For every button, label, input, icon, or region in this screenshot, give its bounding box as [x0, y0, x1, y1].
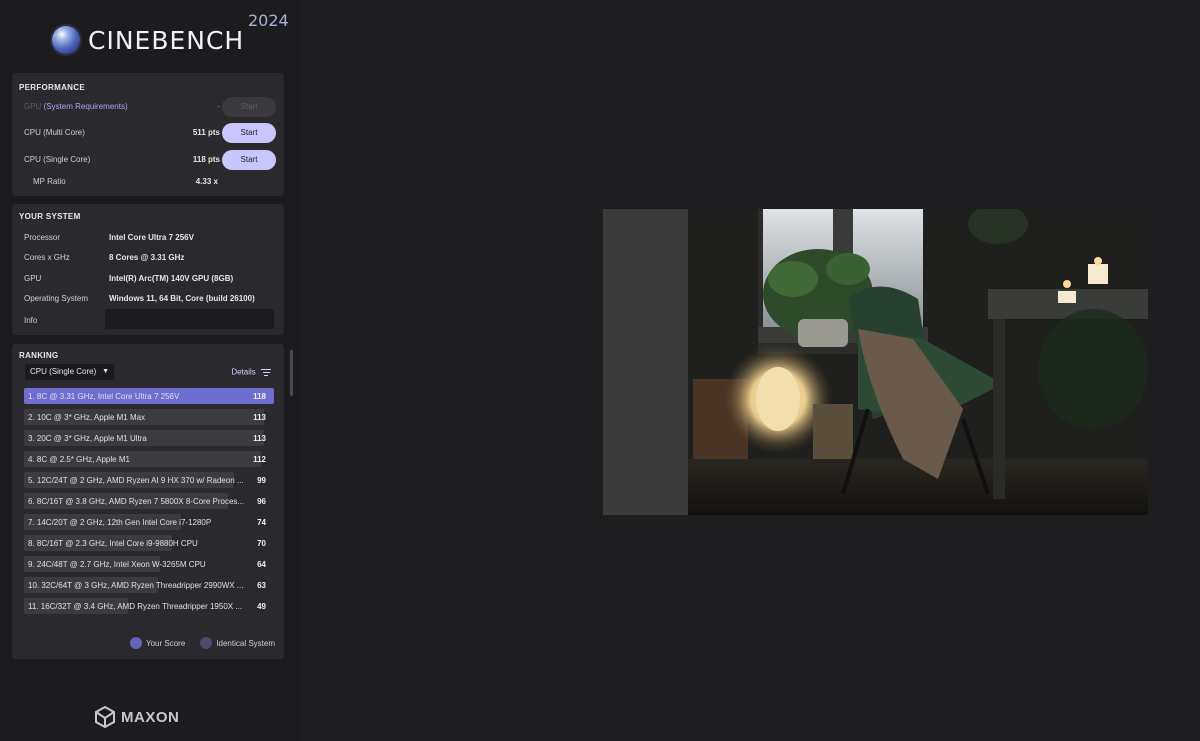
legend-your-score: Your Score [146, 638, 186, 648]
mp-ratio-label: MP Ratio [33, 177, 66, 186]
gpu-label-wrap: GPU (System Requirements) [24, 102, 128, 111]
system-title: YOUR SYSTEM [19, 212, 81, 221]
cpu-multi-label: CPU (Multi Core) [24, 128, 85, 137]
maxon-cube-icon [95, 706, 115, 728]
gpu-start-button[interactable]: Start [222, 97, 276, 117]
ranking-item-label: 9. 24C/48T @ 2.7 GHz, Intel Xeon W-3265M… [28, 560, 206, 569]
ranking-item-score: 113 [253, 434, 266, 443]
system-value: 8 Cores @ 3.31 GHz [109, 253, 185, 262]
performance-title: PERFORMANCE [19, 83, 85, 92]
sidebar: CINEBENCH 2024 PERFORMANCE GPU (System R… [0, 0, 300, 741]
ranking-item-label: 11. 16C/32T @ 3.4 GHz, AMD Ryzen Threadr… [28, 602, 243, 611]
ranking-category-select[interactable]: CPU (Single Core) ▼ [25, 364, 114, 380]
ranking-category-value: CPU (Single Core) [30, 367, 97, 376]
cpu-single-score: 118 pts [192, 155, 220, 164]
ranking-item[interactable]: 6. 8C/16T @ 3.8 GHz, AMD Ryzen 7 5800X 8… [24, 493, 274, 509]
gpu-row: GPU (System Requirements) - Start [24, 97, 276, 117]
ranking-item-label: 10. 32C/64T @ 3 GHz, AMD Ryzen Threadrip… [28, 581, 244, 590]
caret-down-icon: ▼ [102, 368, 109, 375]
cpu-multi-score: 511 pts [192, 128, 220, 137]
ranking-item-score: 70 [257, 539, 266, 548]
ranking-item-label: 6. 8C/16T @ 3.8 GHz, AMD Ryzen 7 5800X 8… [28, 497, 245, 506]
ranking-panel: RANKING CPU (Single Core) ▼ Details 1. 8… [12, 344, 284, 659]
ranking-item[interactable]: 7. 14C/20T @ 2 GHz, 12th Gen Intel Core … [24, 514, 274, 530]
ranking-item-your-score[interactable]: 1. 8C @ 3.31 GHz, Intel Core Ultra 7 256… [24, 388, 274, 404]
system-requirements-link[interactable]: (System Requirements) [44, 102, 128, 111]
ranking-item-label: 1. 8C @ 3.31 GHz, Intel Core Ultra 7 256… [28, 392, 180, 401]
ranking-item-label: 4. 8C @ 2.5* GHz, Apple M1 [28, 455, 130, 464]
ranking-item[interactable]: 9. 24C/48T @ 2.7 GHz, Intel Xeon W-3265M… [24, 556, 274, 572]
system-panel: YOUR SYSTEM Processor Intel Core Ultra 7… [12, 204, 284, 335]
ranking-item-score: 64 [257, 560, 266, 569]
filter-icon [261, 367, 271, 378]
system-key: Cores x GHz [24, 253, 70, 262]
ranking-item[interactable]: 5. 12C/24T @ 2 GHz, AMD Ryzen AI 9 HX 37… [24, 472, 274, 488]
ranking-item-label: 3. 20C @ 3* GHz, Apple M1 Ultra [28, 434, 147, 443]
system-key: GPU [24, 274, 42, 283]
ranking-item-score: 96 [257, 497, 266, 506]
ranking-item-label: 7. 14C/20T @ 2 GHz, 12th Gen Intel Core … [28, 518, 212, 527]
system-value: Intel(R) Arc(TM) 140V GPU (8GB) [109, 274, 234, 283]
ranking-item-score: 113 [253, 413, 266, 422]
ranking-item[interactable]: 4. 8C @ 2.5* GHz, Apple M1 112 [24, 451, 274, 467]
system-value: Intel Core Ultra 7 256V [109, 233, 194, 242]
ranking-item-score: 74 [257, 518, 266, 527]
cpu-multi-row: CPU (Multi Core) 511 pts Start [24, 123, 276, 143]
gpu-label: GPU [24, 102, 42, 111]
cinema4d-sphere-icon [52, 26, 80, 54]
render-scene-illustration [603, 209, 1148, 515]
performance-panel: PERFORMANCE GPU (System Requirements) - … [12, 73, 284, 196]
gpu-score: - [217, 102, 220, 111]
ranking-title: RANKING [19, 351, 59, 360]
system-key: Operating System [24, 294, 89, 303]
ranking-item[interactable]: 11. 16C/32T @ 3.4 GHz, AMD Ryzen Threadr… [24, 598, 274, 614]
ranking-item-label: 5. 12C/24T @ 2 GHz, AMD Ryzen AI 9 HX 37… [28, 476, 244, 485]
cpu-multi-start-button[interactable]: Start [222, 123, 276, 143]
system-key: Info [24, 316, 38, 325]
ranking-item-score: 99 [257, 476, 266, 485]
app-name: CINEBENCH [88, 25, 245, 55]
ranking-item[interactable]: 8. 8C/16T @ 2.3 GHz, Intel Core i9-9880H… [24, 535, 274, 551]
ranking-item-label: 2. 10C @ 3* GHz, Apple M1 Max [28, 413, 146, 422]
identical-system-dot-icon [200, 637, 213, 649]
mp-ratio-value: 4.33 x [195, 177, 218, 186]
cpu-single-start-button[interactable]: Start [222, 150, 276, 170]
ranking-item-label: 8. 8C/16T @ 2.3 GHz, Intel Core i9-9880H… [28, 539, 198, 548]
ranking-item[interactable]: 3. 20C @ 3* GHz, Apple M1 Ultra 113 [24, 430, 274, 446]
details-button[interactable]: Details [231, 367, 271, 378]
details-label: Details [231, 367, 256, 377]
ranking-item-score: 63 [257, 581, 266, 590]
cpu-single-row: CPU (Single Core) 118 pts Start [24, 150, 276, 170]
info-field[interactable] [105, 309, 274, 329]
mp-ratio-row: MP Ratio 4.33 x [24, 172, 276, 192]
ranking-item-score: 118 [253, 392, 266, 401]
ranking-item-score: 49 [257, 602, 266, 611]
maxon-logo: MAXON [94, 706, 179, 728]
ranking-legend: Your Score Identical System [130, 637, 275, 649]
ranking-item[interactable]: 2. 10C @ 3* GHz, Apple M1 Max 113 [24, 409, 274, 425]
sidebar-scrollbar[interactable] [290, 350, 293, 396]
cpu-single-label: CPU (Single Core) [24, 155, 91, 164]
app-year: 2024 [248, 11, 289, 30]
vendor-name: MAXON [121, 708, 180, 726]
cinebench-logo: CINEBENCH [52, 24, 244, 56]
your-score-dot-icon [130, 637, 142, 649]
system-value: Windows 11, 64 Bit, Core (build 26100) [109, 294, 255, 303]
legend-identical-system: Identical System [216, 638, 275, 648]
render-preview-image [603, 209, 1148, 515]
system-key: Processor [24, 233, 61, 242]
ranking-item-score: 112 [253, 455, 266, 464]
ranking-item[interactable]: 10. 32C/64T @ 3 GHz, AMD Ryzen Threadrip… [24, 577, 274, 593]
